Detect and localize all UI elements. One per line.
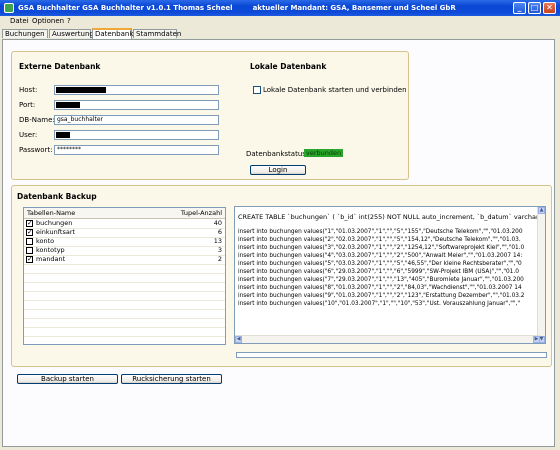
maximize-icon[interactable]: □ xyxy=(528,2,541,14)
backup-progress-bar xyxy=(236,352,547,358)
window-title: GSA Buchhalter GSA Buchhalter v1.0.1 Tho… xyxy=(18,4,233,12)
password-input[interactable]: ******** xyxy=(54,145,219,155)
row-checkbox[interactable] xyxy=(26,238,33,245)
title-bar: GSA Buchhalter GSA Buchhalter v1.0.1 Tho… xyxy=(0,0,560,16)
sql-line: insert into buchungen values("7","29.03.… xyxy=(238,277,524,283)
sql-vertical-scrollbar[interactable]: ▲ ▼ xyxy=(537,207,545,343)
row-count: 40 xyxy=(213,219,222,227)
row-name: konto xyxy=(36,237,55,245)
sql-line: insert into buchungen values("3","02.03.… xyxy=(238,245,525,251)
backup-table: Tabellen-Name Tupel-Anzahl ✓ buchungen 40 ✓… xyxy=(23,207,226,345)
port-label: Port: xyxy=(19,101,36,109)
user-input[interactable] xyxy=(54,130,219,140)
backup-title: Datenbank Backup xyxy=(17,192,97,201)
port-input[interactable] xyxy=(54,100,219,110)
empty-row xyxy=(24,336,225,344)
row-count: 13 xyxy=(213,237,222,245)
sql-line: insert into buchungen values("8","01.03.… xyxy=(238,285,522,291)
sql-line: insert into buchungen values("10","01.03… xyxy=(238,301,521,307)
dbname-input[interactable]: gsa_buchhalter xyxy=(54,115,219,125)
tab-buchungen[interactable]: Buchungen xyxy=(2,29,48,38)
row-count: 6 xyxy=(217,228,222,236)
row-name: mandant xyxy=(36,255,66,263)
connection-group: Externe Datenbank Host: Port: DB-Name: g… xyxy=(11,51,409,180)
row-checkbox[interactable]: ✓ xyxy=(26,229,33,236)
scroll-right-icon[interactable]: ▶ xyxy=(533,336,540,343)
datenbank-panel: Externe Datenbank Host: Port: DB-Name: g… xyxy=(2,39,555,447)
host-input[interactable] xyxy=(54,85,219,95)
row-checkbox[interactable] xyxy=(26,247,33,254)
row-name: einkunftsart xyxy=(36,228,76,236)
app-icon xyxy=(4,3,14,13)
status-badge: verbunden xyxy=(304,149,344,157)
row-name: buchungen xyxy=(36,219,73,227)
sql-horizontal-scrollbar[interactable]: ◀ ▶ xyxy=(235,335,540,343)
col-tabellen-name: Tabellen-Name xyxy=(27,209,76,217)
lokale-checkbox-label: Lokale Datenbank starten und verbinden xyxy=(263,86,407,94)
row-count: 3 xyxy=(217,246,222,254)
backup-group: Datenbank Backup Tabellen-Name Tupel-Anz… xyxy=(11,185,552,367)
status-label: Datenbankstatus: xyxy=(246,150,309,158)
backup-start-button[interactable]: Backup starten xyxy=(17,374,118,384)
externe-title: Externe Datenbank xyxy=(19,62,101,71)
lokale-title: Lokale Datenbank xyxy=(250,62,327,71)
lokale-checkbox[interactable] xyxy=(253,86,261,94)
menu-optionen[interactable]: Optionen xyxy=(32,17,64,25)
row-name: kontotyp xyxy=(36,246,65,254)
user-label: User: xyxy=(19,131,38,139)
sql-line: insert into buchungen values("5","03.03.… xyxy=(238,261,522,267)
sql-line: insert into buchungen values("6","29.03.… xyxy=(238,269,519,275)
col-tupel-anzahl: Tupel-Anzahl xyxy=(180,209,222,217)
close-icon[interactable]: ✕ xyxy=(543,2,556,14)
sql-output[interactable]: CREATE TABLE `buchungen` ( `b_id` int(25… xyxy=(234,206,546,344)
tab-datenbank[interactable]: Datenbank xyxy=(92,28,133,39)
restore-start-button[interactable]: Rucksicherung starten xyxy=(121,374,222,384)
scroll-up-icon[interactable]: ▲ xyxy=(538,207,545,214)
sql-line: insert into buchungen values("9","01.03.… xyxy=(238,293,525,299)
sql-line: CREATE TABLE `buchungen` ( `b_id` int(25… xyxy=(238,213,546,221)
tab-bar: Buchungen Auswertung Datenbank Stammdate… xyxy=(0,28,560,39)
window-mandant: aktueller Mandant: GSA, Bansemer und Sch… xyxy=(252,4,456,12)
tab-stammdaten[interactable]: Stammdaten xyxy=(133,29,181,38)
login-button[interactable]: Login xyxy=(250,165,306,175)
menu-datei[interactable]: Datei xyxy=(10,17,29,25)
menu-bar: Datei Optionen ? xyxy=(0,16,560,27)
sql-line: insert into buchungen values("2","02.03.… xyxy=(238,237,521,243)
sql-line: insert into buchungen values("1","01.03.… xyxy=(238,229,523,235)
menu-help[interactable]: ? xyxy=(67,17,71,25)
scroll-left-icon[interactable]: ◀ xyxy=(235,336,242,343)
tab-auswertung[interactable]: Auswertung xyxy=(49,29,94,38)
sql-line: insert into buchungen values("4","03.03.… xyxy=(238,253,523,259)
row-checkbox[interactable]: ✓ xyxy=(26,220,33,227)
table-header: Tabellen-Name Tupel-Anzahl xyxy=(24,208,225,219)
row-checkbox[interactable]: ✓ xyxy=(26,256,33,263)
dbname-label: DB-Name: xyxy=(19,116,55,124)
host-label: Host: xyxy=(19,86,38,94)
row-count: 2 xyxy=(217,255,222,263)
minimize-icon[interactable]: _ xyxy=(513,2,526,14)
password-label: Passwort: xyxy=(19,146,53,154)
